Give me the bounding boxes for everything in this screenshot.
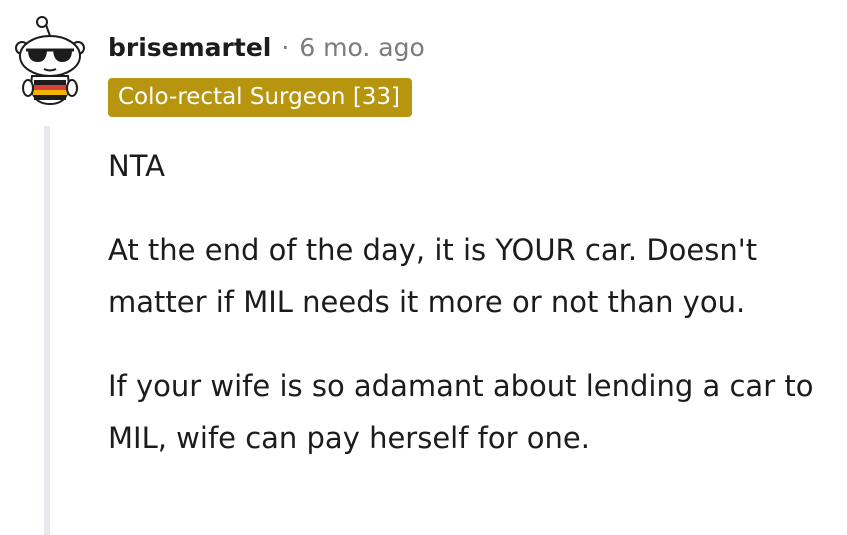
author-username[interactable]: brisemartel (108, 33, 271, 62)
user-avatar-icon[interactable] (12, 14, 90, 106)
comment-paragraph: NTA (108, 149, 165, 183)
comment-meta: brisemartel · 6 mo. ago (108, 28, 425, 66)
thread-collapse-line[interactable] (44, 126, 50, 535)
comment-paragraph: If your wife is so adamant about lending… (108, 369, 814, 455)
comment: brisemartel · 6 mo. ago Colo-rectal Surg… (0, 0, 847, 535)
meta-separator: · (281, 32, 290, 62)
comment-body: NTA At the end of the day, it is YOUR ca… (108, 140, 828, 496)
comment-paragraph: At the end of the day, it is YOUR car. D… (108, 233, 758, 319)
user-flair-badge: Colo-rectal Surgeon [33] (108, 78, 413, 117)
comment-timestamp[interactable]: 6 mo. ago (299, 33, 424, 62)
